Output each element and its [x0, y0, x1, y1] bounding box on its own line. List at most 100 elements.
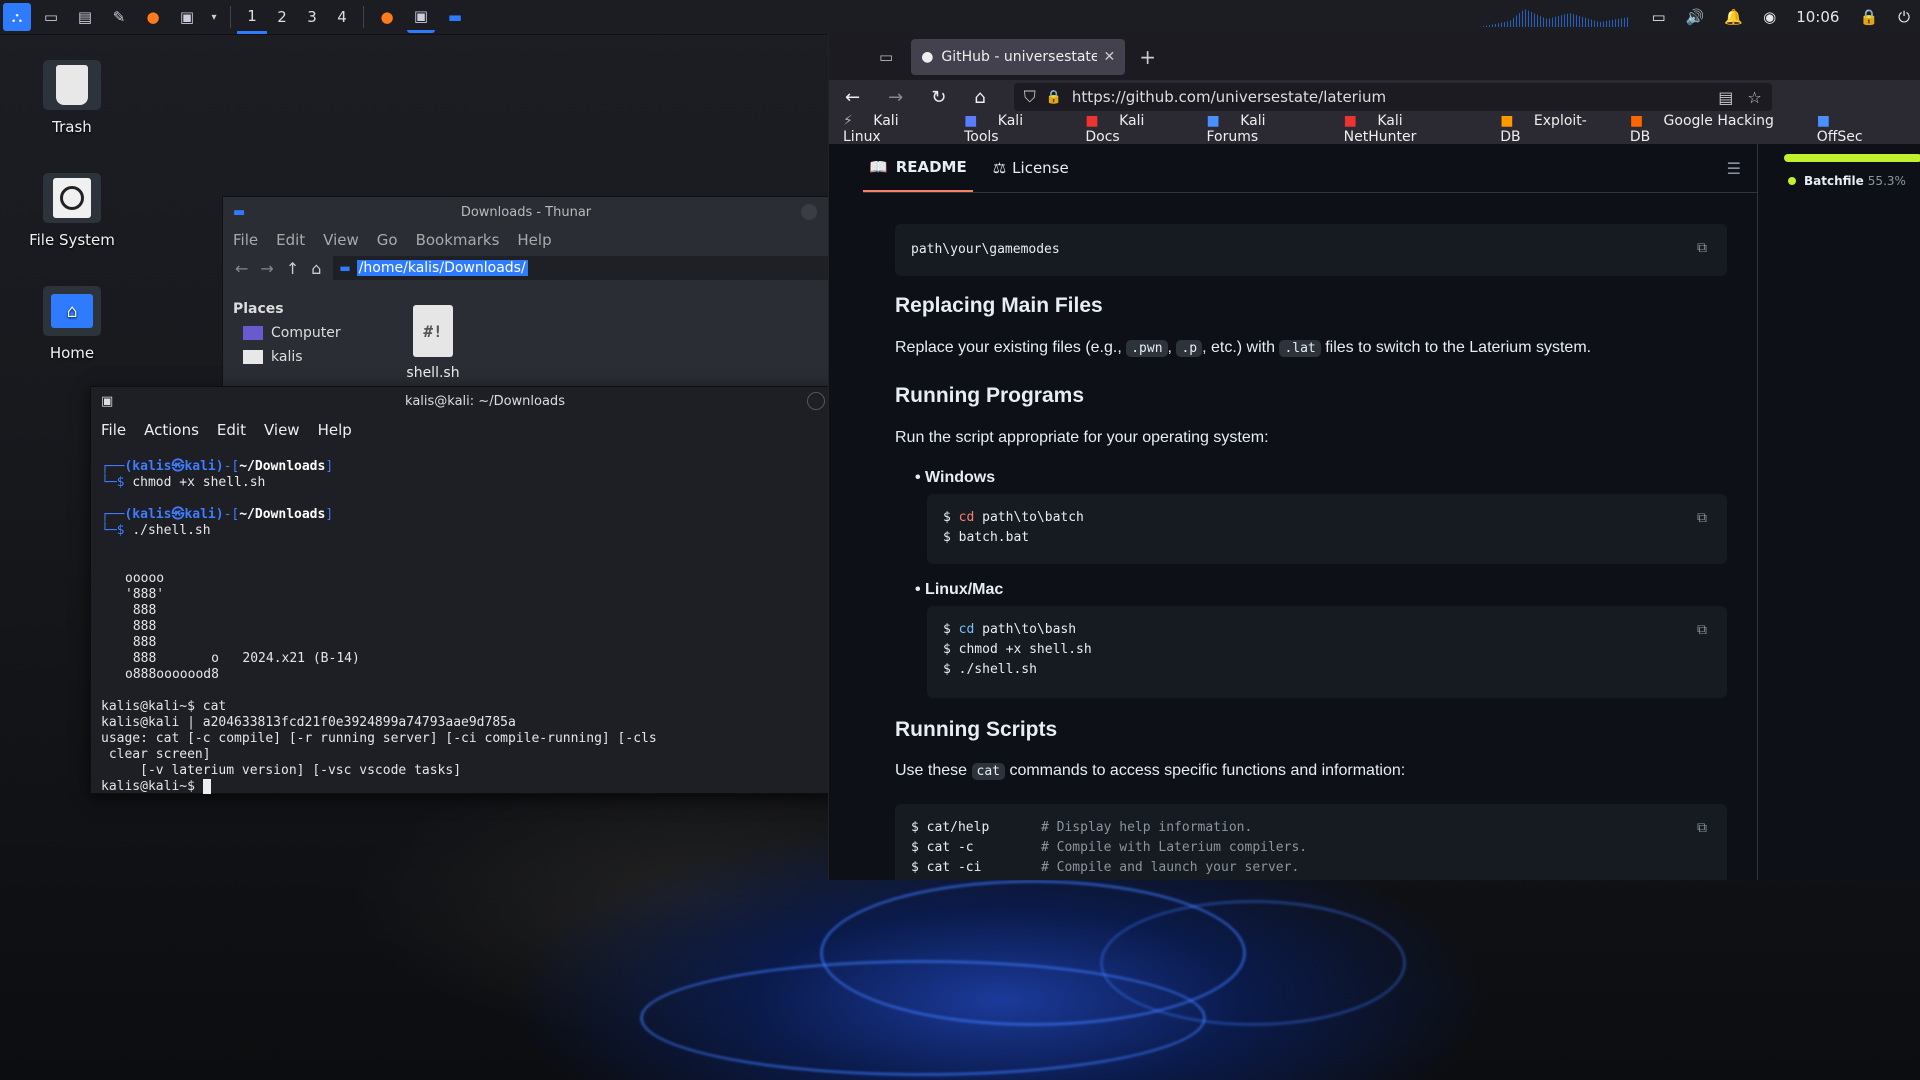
logout-icon[interactable]: ⏻: [1898, 8, 1910, 26]
reader-view-icon[interactable]: ▤: [1718, 88, 1733, 107]
text: files to switch to the Laterium system.: [1325, 339, 1592, 356]
bookmark-kali-linux[interactable]: ⚡ Kali Linux: [843, 113, 948, 145]
prompt-line: ┌──(kalis㉿kali)-[~/Downloads]: [101, 459, 334, 474]
prompt-line: kalis@kali~$: [101, 779, 871, 795]
tab-license[interactable]: ⚖ License: [993, 159, 1069, 177]
code-block: $ cat/help # Display help information. $ …: [895, 804, 1727, 880]
power-manager-icon[interactable]: ◉: [1763, 8, 1776, 26]
home-icon[interactable]: ⌂: [311, 259, 321, 278]
back-arrow-icon[interactable]: ←: [845, 87, 860, 108]
language-item[interactable]: Batchfile 55.3%: [1788, 174, 1920, 188]
tab-title: GitHub - universestate/laterium: [941, 49, 1098, 65]
text-editor-icon[interactable]: ✎: [105, 3, 133, 31]
minimize-button[interactable]: [807, 392, 825, 410]
taskbar-terminal-icon[interactable]: ▣: [407, 2, 435, 33]
text: Replace your existing files (e.g.,: [895, 339, 1122, 356]
home-icon[interactable]: ⌂: [974, 87, 985, 108]
url-text[interactable]: https://github.com/universestate/lateriu…: [1072, 88, 1718, 106]
file-manager-icon[interactable]: ▤: [71, 3, 99, 31]
display-icon[interactable]: ▭: [1652, 8, 1666, 26]
terminal-icon[interactable]: ▣: [173, 3, 201, 31]
code-block: path\your\gamemodes ⧉: [895, 224, 1727, 276]
close-tab-icon[interactable]: ✕: [1103, 49, 1115, 65]
taskbar-firefox-icon[interactable]: ●: [373, 3, 401, 31]
chevron-down-icon[interactable]: ▾: [207, 3, 221, 31]
notification-bell-icon[interactable]: 🔔: [1724, 8, 1743, 26]
bookmark-kali-tools[interactable]: ■ Kali Tools: [964, 113, 1069, 145]
desktop-icon-home[interactable]: ⌂ Home: [22, 286, 122, 362]
location-path[interactable]: /home/kalis/Downloads/: [356, 260, 528, 276]
workspace-4[interactable]: 4: [327, 0, 357, 34]
code-text: $ cat/help: [911, 820, 990, 835]
menu-view[interactable]: View: [323, 231, 359, 249]
outline-list-icon[interactable]: ☰: [1727, 159, 1741, 178]
lock-icon[interactable]: 🔒: [1859, 8, 1878, 26]
taskbar-thunar-icon[interactable]: ▬: [441, 3, 469, 31]
bookmark-google-hacking-db[interactable]: ■ Google Hacking DB: [1630, 113, 1801, 145]
menu-go[interactable]: Go: [377, 231, 398, 249]
top-panel: ⛬ ▭ ▤ ✎ ● ▣ ▾ 1 2 3 4 ● ▣ ▬ ▭ 🔊 🔔 ◉ 10:0…: [0, 0, 1920, 35]
terminal-titlebar[interactable]: ▣ kalis@kali: ~/Downloads ✕: [91, 387, 879, 415]
trash-icon: [43, 60, 101, 110]
prompt-dir: ~/Downloads: [239, 507, 326, 522]
menu-file[interactable]: File: [233, 231, 258, 249]
code-line: $ chmod +x shell.sh: [943, 642, 1092, 657]
menu-edit[interactable]: Edit: [217, 421, 246, 439]
menu-edit[interactable]: Edit: [276, 231, 305, 249]
copy-icon[interactable]: ⧉: [1697, 620, 1713, 638]
desktop-icon-filesystem[interactable]: File System: [22, 173, 122, 249]
new-tab-icon[interactable]: +: [1139, 45, 1156, 69]
url-bar[interactable]: ⛉ 🔒 https://github.com/universestate/lat…: [1013, 83, 1772, 111]
bookmark-kali-docs[interactable]: ■ Kali Docs: [1085, 113, 1190, 145]
language-bar: [1784, 154, 1920, 162]
shield-icon[interactable]: ⛉: [1024, 87, 1036, 107]
kali-menu-icon[interactable]: ⛬: [3, 3, 31, 31]
file-item[interactable]: #! shell.sh: [393, 305, 473, 381]
tab-overview-icon[interactable]: ▭: [879, 48, 893, 66]
reload-icon[interactable]: ↻: [931, 87, 946, 108]
menu-help[interactable]: Help: [517, 231, 551, 249]
bookmark-kali-forums[interactable]: ■ Kali Forums: [1207, 113, 1328, 145]
thunar-titlebar[interactable]: ▬ Downloads - Thunar: [223, 197, 829, 227]
copy-icon[interactable]: ⧉: [1697, 238, 1713, 256]
blank-line: [101, 683, 871, 699]
copy-icon[interactable]: ⧉: [1697, 818, 1713, 836]
forward-arrow-icon[interactable]: →: [260, 259, 273, 278]
workspace-1[interactable]: 1: [237, 0, 267, 34]
cpu-graph: [1479, 9, 1630, 27]
back-arrow-icon[interactable]: ←: [235, 259, 248, 278]
menu-actions[interactable]: Actions: [144, 421, 199, 439]
language-dot: [1788, 177, 1796, 185]
tab-github[interactable]: ● GitHub - universestate/laterium ✕: [911, 39, 1126, 75]
command-text: chmod +x shell.sh: [132, 475, 266, 490]
bookmark-star-icon[interactable]: ☆: [1747, 88, 1761, 107]
desktop-icon-trash[interactable]: Trash: [22, 60, 122, 136]
code-line: $ cd path\to\batch: [943, 510, 1084, 525]
volume-icon[interactable]: 🔊: [1686, 8, 1705, 26]
menu-help[interactable]: Help: [318, 421, 352, 439]
menu-view[interactable]: View: [264, 421, 300, 439]
bookmark-exploit-db[interactable]: ■ Exploit-DB: [1500, 113, 1614, 145]
tab-readme[interactable]: 📖 README: [863, 144, 973, 192]
copy-icon[interactable]: ⧉: [1697, 508, 1713, 526]
sidebar-item-label: Computer: [271, 325, 341, 341]
workspace-2[interactable]: 2: [267, 0, 297, 34]
code-text: path\to\batch: [982, 510, 1084, 525]
clock[interactable]: 10:06: [1796, 8, 1839, 26]
show-desktop-icon[interactable]: ▭: [37, 3, 65, 31]
location-bar[interactable]: ▬ /home/kalis/Downloads/: [333, 256, 829, 280]
menu-file[interactable]: File: [101, 421, 126, 439]
firefox-icon[interactable]: ●: [139, 3, 167, 31]
sidebar-item-computer[interactable]: Computer: [223, 321, 395, 345]
forward-arrow-icon[interactable]: →: [888, 87, 903, 108]
terminal-output[interactable]: ┌──(kalis㉿kali)-[~/Downloads] └─$ chmod …: [91, 445, 879, 795]
up-arrow-icon[interactable]: ↑: [286, 259, 299, 278]
kali-forums-icon: ■: [1206, 113, 1220, 129]
menu-bookmarks[interactable]: Bookmarks: [416, 231, 500, 249]
offsec-icon: ■: [1816, 113, 1830, 129]
workspace-3[interactable]: 3: [297, 0, 327, 34]
bookmark-kali-nethunter[interactable]: ■ Kali NetHunter: [1344, 113, 1485, 145]
minimize-button[interactable]: [801, 204, 817, 220]
sidebar-item-kalis[interactable]: kalis: [223, 345, 395, 369]
bookmark-offsec[interactable]: ■ OffSec: [1817, 113, 1905, 145]
